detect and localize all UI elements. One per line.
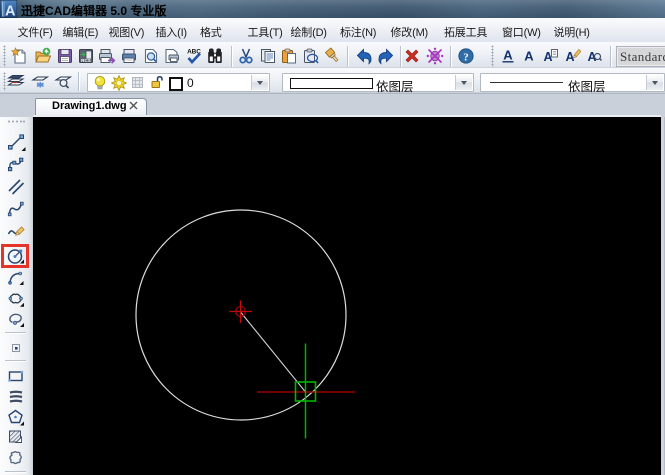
svg-text:A: A	[524, 49, 534, 64]
svg-text:A: A	[5, 4, 16, 19]
svg-text:RCS: RCS	[81, 58, 91, 63]
svg-text:A: A	[587, 50, 596, 64]
svg-text:A: A	[503, 48, 513, 63]
svg-text:?: ?	[463, 51, 469, 63]
svg-text:A: A	[565, 50, 574, 64]
